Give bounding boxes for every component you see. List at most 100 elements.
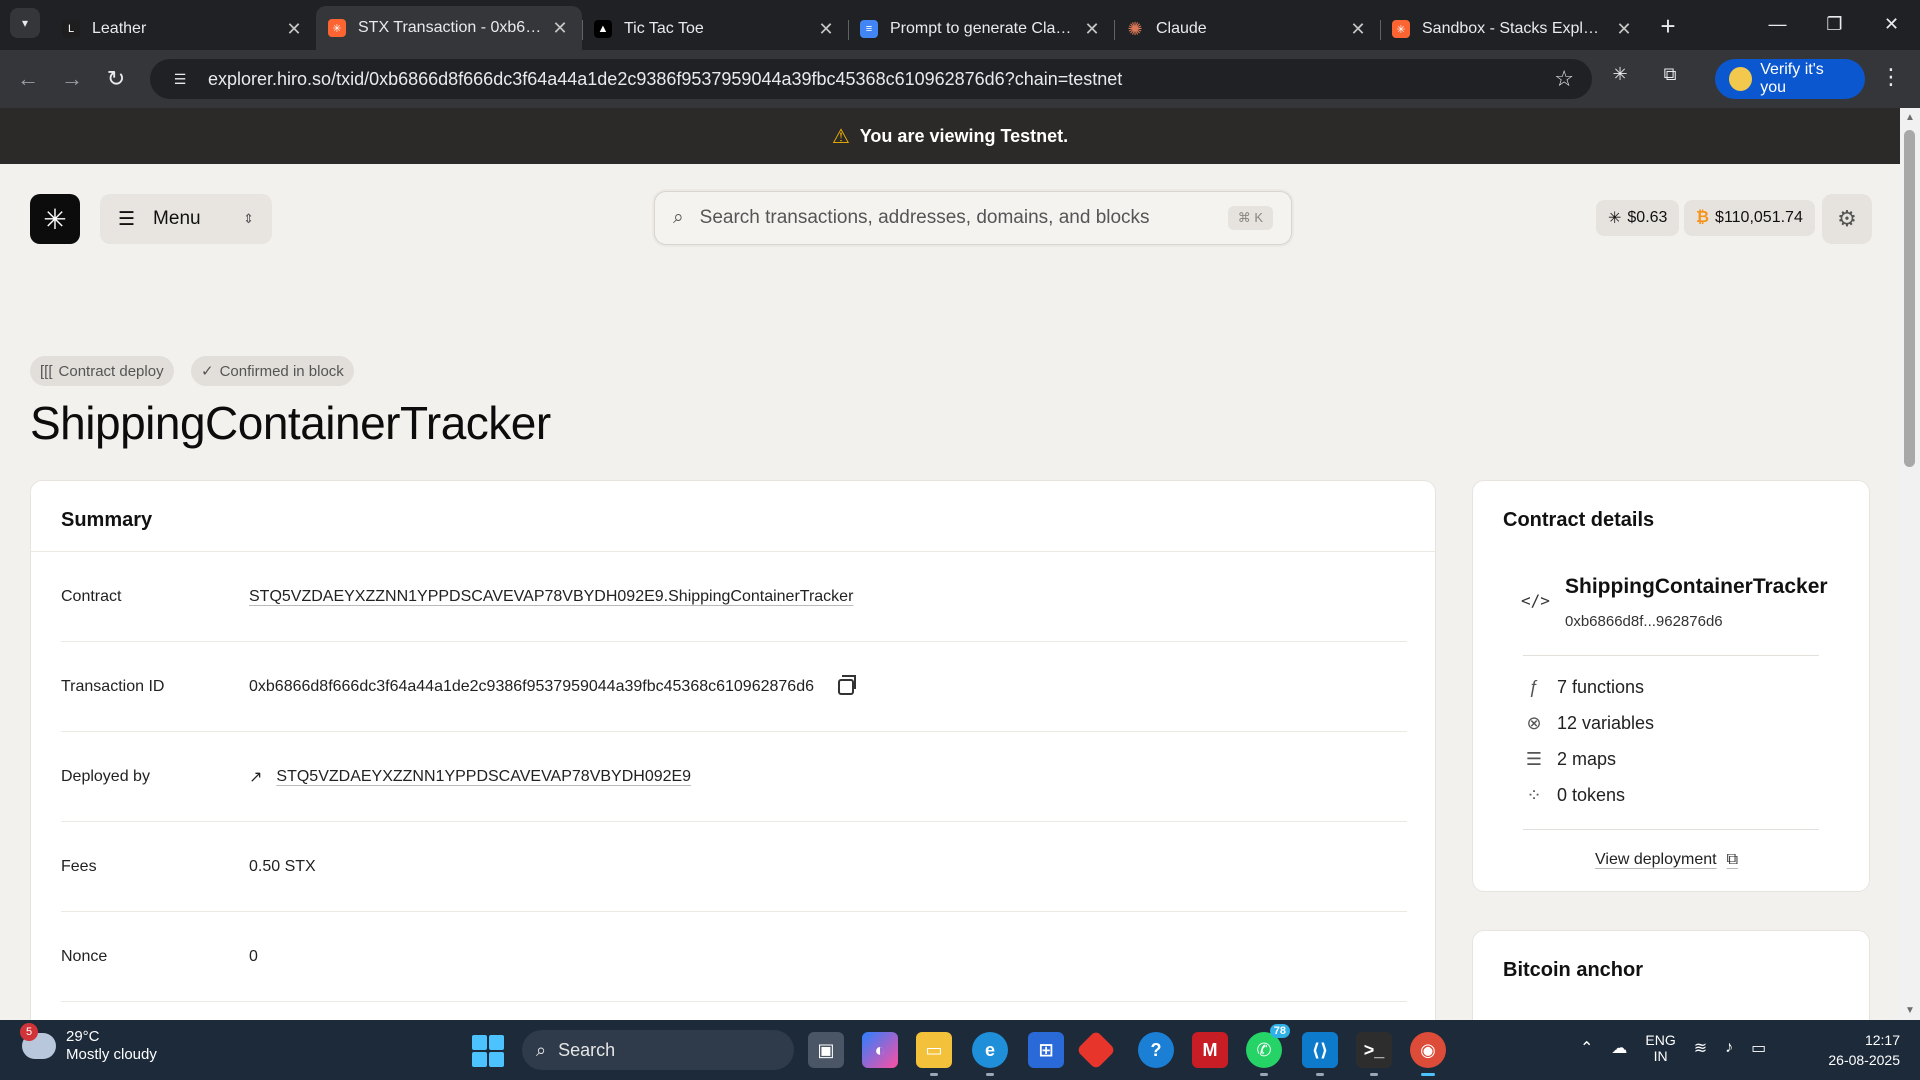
reload-icon[interactable]: ↻ xyxy=(94,59,138,99)
tab-prompt-doc[interactable]: ≡ Prompt to generate Clarity ✕ xyxy=(848,10,1114,48)
bookmark-star-icon[interactable]: ☆ xyxy=(1554,66,1574,92)
maps-row: ☰ 2 maps xyxy=(1523,749,1616,770)
row-label: Contract xyxy=(61,587,122,605)
tokens-icon: ⁘ xyxy=(1526,785,1542,805)
bitcoin-icon: ₿ xyxy=(1696,209,1710,226)
txid-text: 0xb6866d8f666dc3f64a44a1de2c9386f9537959… xyxy=(249,677,814,695)
back-arrow-icon[interactable]: ← xyxy=(6,59,50,99)
txid-value: 0xb6866d8f666dc3f64a44a1de2c9386f9537959… xyxy=(249,674,856,696)
lang-line1: ENG xyxy=(1645,1032,1676,1048)
maps-count: 2 maps xyxy=(1557,749,1617,769)
tab-claude[interactable]: ✺ Claude ✕ xyxy=(1114,10,1380,48)
docs-favicon-icon: ≡ xyxy=(860,20,878,38)
chevron-up-icon[interactable]: ⌃ xyxy=(1580,1038,1593,1058)
whatsapp-icon[interactable]: ✆ 78 xyxy=(1246,1024,1290,1076)
stacks-extension-icon[interactable]: ✳ xyxy=(1605,59,1635,89)
contract-icon: [[[ xyxy=(40,362,53,380)
tab-stx-transaction[interactable]: ✳ STX Transaction - 0xb6866… ✕ xyxy=(316,6,582,50)
search-icon: ⌕ xyxy=(673,207,684,228)
tokens-count: 0 tokens xyxy=(1557,785,1626,805)
browser-menu-icon[interactable]: ⋮ xyxy=(1880,64,1902,90)
puzzle-extensions-icon[interactable]: ⧉ xyxy=(1655,59,1685,89)
window-controls: — ❐ ✕ xyxy=(1749,0,1920,48)
forward-arrow-icon[interactable]: → xyxy=(50,59,94,99)
contract-details-title: Contract details xyxy=(1503,509,1655,531)
external-link-icon: ⧉ xyxy=(1726,851,1738,868)
close-window-icon[interactable]: ✕ xyxy=(1863,0,1920,48)
arrow-up-right-icon: ↗ xyxy=(249,768,263,786)
banner-text: You are viewing Testnet. xyxy=(859,125,1069,146)
tab-close-icon[interactable]: ✕ xyxy=(284,19,304,40)
volume-icon[interactable]: ♪ xyxy=(1725,1039,1733,1057)
store-icon[interactable]: ⊞ xyxy=(1028,1032,1064,1068)
tab-search-chevron-icon[interactable]: ▾ xyxy=(10,8,40,38)
deployer-value: ↗ STQ5VZDAEYXZZNN1YPPDSCAVEVAP78VBYDH092… xyxy=(249,767,691,787)
settings-gear-icon[interactable]: ⚙ xyxy=(1822,194,1872,244)
taskbar-search[interactable]: ⌕ Search xyxy=(522,1030,794,1070)
site-info-icon[interactable]: ☰ xyxy=(166,65,194,93)
copy-icon[interactable] xyxy=(838,674,856,695)
menu-button[interactable]: ☰ Menu ⇕ xyxy=(100,194,272,244)
verify-profile-button[interactable]: Verify it's you xyxy=(1715,59,1865,99)
scroll-thumb[interactable] xyxy=(1904,130,1915,467)
tab-close-icon[interactable]: ✕ xyxy=(1348,19,1368,40)
onedrive-icon[interactable]: ☁ xyxy=(1611,1038,1627,1058)
tab-leather[interactable]: L Leather ✕ xyxy=(50,10,316,48)
testnet-banner: ⚠ You are viewing Testnet. xyxy=(0,108,1900,164)
address-bar[interactable]: ☰ explorer.hiro.so/txid/0xb6866d8f666dc3… xyxy=(150,59,1592,99)
tab-sandbox[interactable]: ✳ Sandbox - Stacks Explorer ✕ xyxy=(1380,10,1646,48)
tab-close-icon[interactable]: ✕ xyxy=(550,18,570,39)
contract-deploy-badge: [[[ Contract deploy xyxy=(30,356,174,386)
minimize-icon[interactable]: — xyxy=(1749,0,1806,48)
search-input[interactable]: ⌕ Search transactions, addresses, domain… xyxy=(654,191,1292,245)
help-icon[interactable]: ? xyxy=(1138,1032,1174,1068)
clock[interactable]: 12:17 26-08-2025 xyxy=(1816,1030,1900,1070)
windows-start-icon[interactable] xyxy=(472,1035,504,1067)
btc-price-badge: ₿ $110,051.74 xyxy=(1684,200,1815,236)
deployer-link[interactable]: STQ5VZDAEYXZZNN1YPPDSCAVEVAP78VBYDH092E9 xyxy=(276,768,691,786)
row-label: Transaction ID xyxy=(61,677,165,695)
page-title: ShippingContainerTracker xyxy=(30,397,551,449)
mcafee-icon[interactable]: M xyxy=(1192,1032,1228,1068)
claude-favicon-icon: ✺ xyxy=(1127,18,1143,39)
tab-close-icon[interactable]: ✕ xyxy=(1082,19,1102,40)
contract-details-card: Contract details </> ShippingContainerTr… xyxy=(1472,480,1870,892)
extension-area: ✳ ⧉ xyxy=(1605,59,1685,89)
anydesk-icon[interactable] xyxy=(1076,1030,1116,1070)
tab-close-icon[interactable]: ✕ xyxy=(1614,19,1634,40)
view-deployment-link[interactable]: View deployment ⧉ xyxy=(1595,851,1738,869)
stx-icon: ✳ xyxy=(1608,210,1622,227)
stacks-logo-icon[interactable]: ✳ xyxy=(30,194,80,244)
file-explorer-icon[interactable]: ▭ xyxy=(916,1032,952,1076)
search-icon: ⌕ xyxy=(536,1039,547,1060)
divider xyxy=(1523,829,1819,830)
tab-tic-tac-toe[interactable]: ▲ Tic Tac Toe ✕ xyxy=(582,10,848,48)
weather-widget[interactable]: 5 29°C Mostly cloudy xyxy=(20,1023,157,1064)
contract-link[interactable]: STQ5VZDAEYXZZNN1YPPDSCAVEVAP78VBYDH092E9… xyxy=(249,588,853,606)
scroll-down-icon[interactable]: ▼ xyxy=(1904,1005,1916,1016)
new-tab-plus-icon[interactable]: + xyxy=(1650,6,1686,46)
tab-close-icon[interactable]: ✕ xyxy=(816,19,836,40)
edge-icon[interactable]: e xyxy=(972,1032,1008,1076)
variable-icon: ⊗ xyxy=(1526,713,1542,733)
summary-row-txid: Transaction ID 0xb6866d8f666dc3f64a44a1d… xyxy=(61,642,1407,732)
battery-icon[interactable]: ▭ xyxy=(1751,1038,1766,1058)
scroll-up-icon[interactable]: ▲ xyxy=(1904,112,1916,123)
restore-icon[interactable]: ❐ xyxy=(1806,0,1863,48)
contract-name: ShippingContainerTracker xyxy=(1565,575,1828,598)
search-shortcut: ⌘ K xyxy=(1227,206,1273,230)
chrome-icon[interactable]: ◉ xyxy=(1410,1032,1446,1076)
summary-row-contract: Contract STQ5VZDAEYXZZNN1YPPDSCAVEVAP78V… xyxy=(61,552,1407,642)
view-deployment-label: View deployment xyxy=(1595,851,1717,868)
wifi-icon[interactable]: ≋ xyxy=(1694,1038,1707,1058)
summary-title: Summary xyxy=(61,509,153,531)
copilot-icon[interactable]: ◐ xyxy=(862,1032,898,1068)
list-check-icon: ☰ xyxy=(1525,749,1543,769)
vscode-icon[interactable]: ⟨⟩ xyxy=(1302,1032,1338,1076)
stx-price: $0.63 xyxy=(1627,209,1668,226)
weather-badge: 5 xyxy=(20,1023,38,1041)
terminal-icon[interactable]: >_ xyxy=(1356,1032,1392,1076)
variables-row: ⊗ 12 variables xyxy=(1523,713,1654,734)
task-view-icon[interactable]: ▣ xyxy=(808,1032,844,1068)
language-indicator[interactable]: ENG IN xyxy=(1645,1032,1675,1064)
